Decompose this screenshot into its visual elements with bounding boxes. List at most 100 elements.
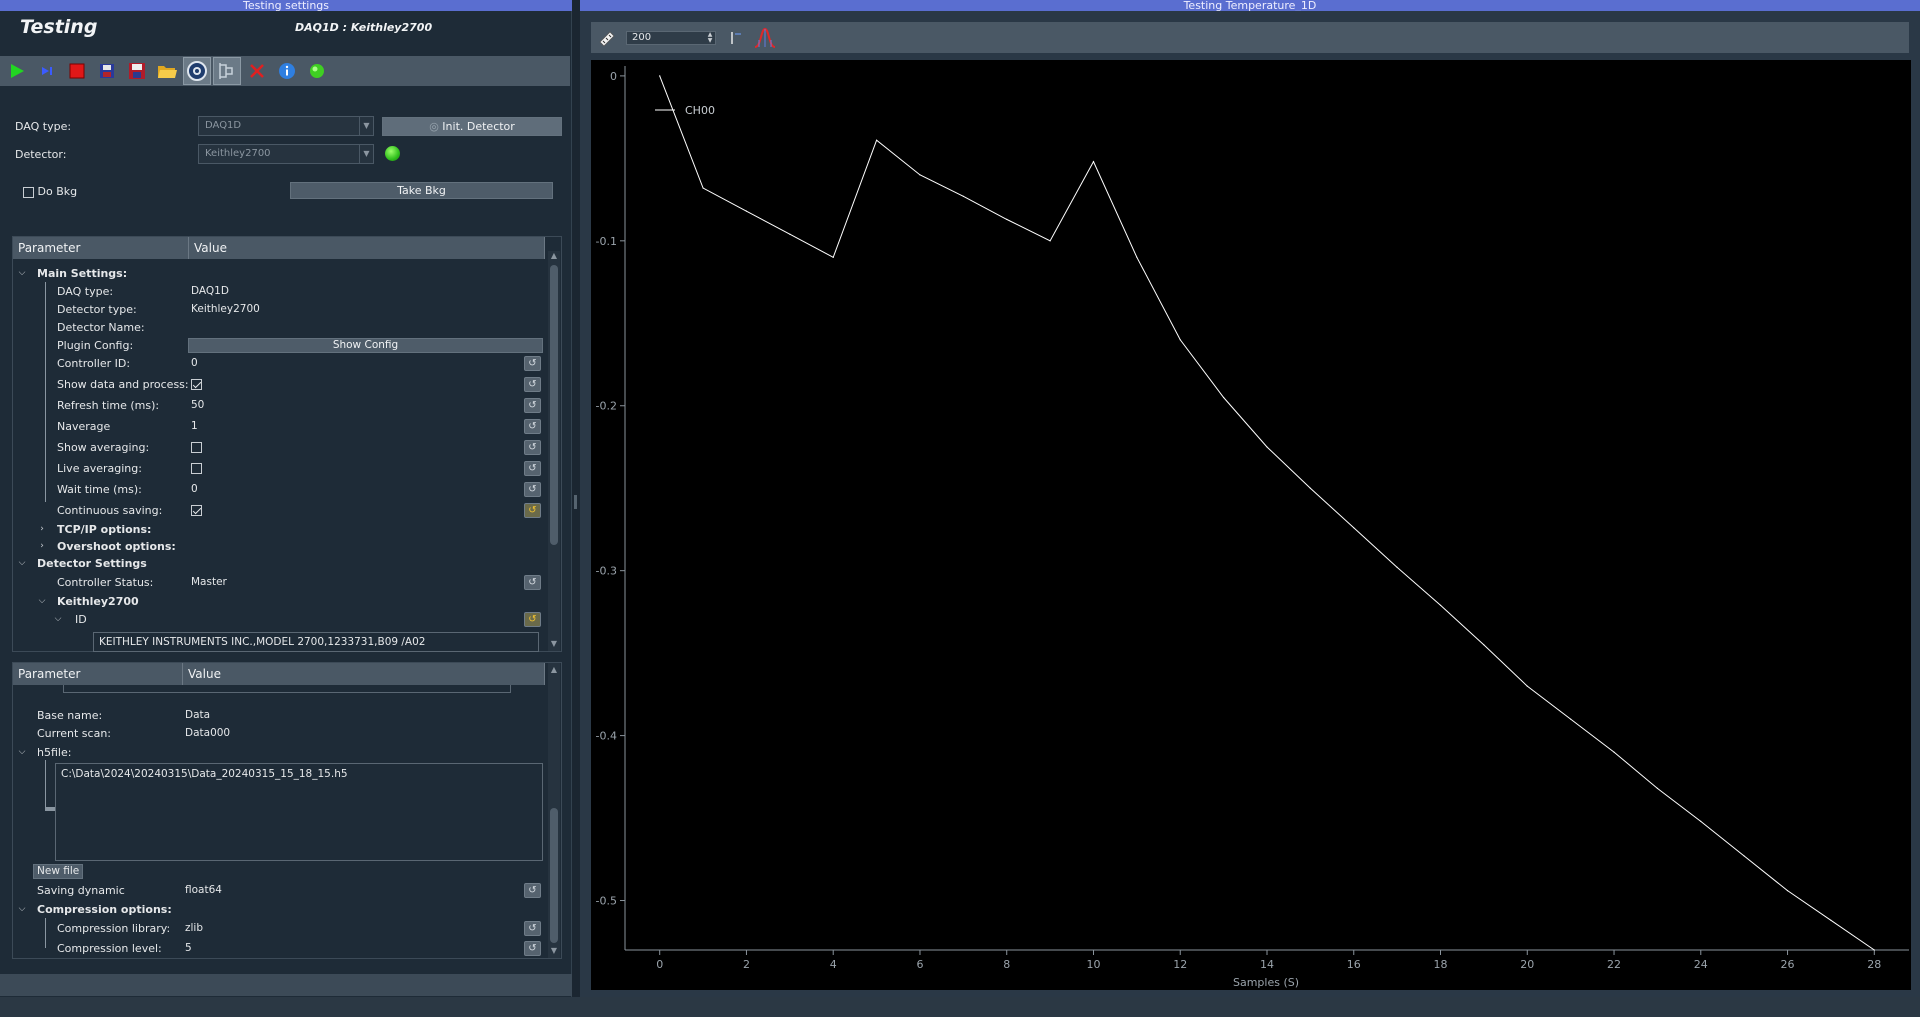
keithley-group[interactable]: ⌵ Keithley2700 [13, 593, 545, 610]
roi-button[interactable] [213, 57, 241, 85]
reset-default-button[interactable]: ↺ [524, 921, 541, 936]
expanded-chevron-icon[interactable]: ⌵ [53, 611, 63, 628]
detector-status-led [385, 146, 400, 161]
open-button[interactable] [153, 57, 181, 85]
x-tick-label: 10 [1086, 958, 1100, 971]
fit-button[interactable] [752, 25, 778, 51]
x-axis-label: Samples (S) [1233, 976, 1299, 989]
continuous-saving-checkbox[interactable] [191, 505, 202, 516]
reset-default-button[interactable]: ↺ [524, 612, 541, 627]
daq-type-combo[interactable]: DAQ1D ▼ [198, 116, 374, 136]
expanded-chevron-icon[interactable]: ⌵ [17, 901, 27, 918]
x-tick-label: 6 [916, 958, 923, 971]
reset-default-button[interactable]: ↺ [524, 398, 541, 413]
reset-default-button[interactable]: ↺ [524, 356, 541, 371]
spin-arrows-icon[interactable]: ▲ ▼ [705, 31, 715, 44]
tree-row-wait-time: Wait time (ms): 0 ↺ [13, 481, 545, 498]
gaussian-fit-icon [754, 27, 776, 48]
settings-button[interactable] [183, 57, 211, 85]
detector-combo-value: Keithley2700 [205, 148, 271, 159]
saving-tree: Parameter Value Base name: Data Current … [12, 662, 562, 959]
reset-default-button[interactable]: ↺ [524, 461, 541, 476]
grab-button[interactable] [3, 57, 31, 85]
main-settings-group[interactable]: ⌵ Main Settings: [13, 265, 545, 282]
take-bkg-button[interactable]: Take Bkg [290, 182, 553, 199]
show-averaging-checkbox[interactable] [191, 442, 202, 453]
chevron-down-icon: ▼ [359, 117, 373, 135]
tree-scrollbar[interactable]: ▲ ▼ [548, 251, 560, 651]
tree-row-saving-dynamic: Saving dynamic float64 ↺ [13, 882, 545, 899]
collapsed-chevron-icon[interactable]: › [37, 521, 47, 538]
sample-count-spinbox[interactable]: 200 ▲ ▼ [626, 30, 716, 45]
new-file-button[interactable]: New file [33, 864, 84, 879]
quit-button[interactable] [243, 57, 271, 85]
reset-default-button[interactable]: ↺ [524, 503, 541, 518]
status-bar [0, 974, 572, 996]
snap-button[interactable] [33, 57, 61, 85]
collapsed-chevron-icon[interactable]: › [37, 538, 47, 555]
h5file-group[interactable]: ⌵ h5file: [13, 744, 545, 761]
data-point [875, 139, 878, 141]
do-bkg-box[interactable] [23, 186, 34, 198]
tcpip-options-group[interactable]: › TCP/IP options: [13, 521, 545, 538]
show-config-button[interactable]: Show Config [188, 338, 543, 353]
data-point [1049, 240, 1051, 242]
id-text-field[interactable]: KEITHLEY INSTRUMENTS INC.,MODEL 2700,123… [93, 632, 539, 652]
save-current-button[interactable] [123, 57, 151, 85]
refresh-icon: ◎ [429, 120, 439, 133]
data-point [1179, 339, 1181, 341]
expanded-chevron-icon[interactable]: ⌵ [17, 555, 27, 572]
scroll-down-icon[interactable]: ▼ [548, 946, 560, 956]
reset-default-button[interactable]: ↺ [524, 575, 541, 590]
expanded-chevron-icon[interactable]: ⌵ [17, 265, 27, 282]
id-group[interactable]: ⌵ ID ↺ [13, 611, 545, 628]
compression-options-group[interactable]: ⌵ Compression options: [13, 901, 545, 918]
undo-icon: ↺ [528, 577, 537, 588]
xaxis-button[interactable] [730, 27, 746, 49]
crosshair-button[interactable] [596, 27, 618, 49]
scroll-up-icon[interactable]: ▲ [548, 665, 560, 675]
y-tick-label: -0.2 [596, 400, 617, 413]
reset-default-button[interactable]: ↺ [524, 419, 541, 434]
undo-icon: ↺ [528, 400, 537, 411]
save-button[interactable] [93, 57, 121, 85]
scrollbar-thumb[interactable] [550, 265, 558, 545]
line-chart[interactable]: 0 2 4 6 8 10 12 14 16 18 20 22 24 26 280-0.1-0.2-0.3-0… [591, 60, 1911, 990]
reset-default-button[interactable]: ↺ [524, 440, 541, 455]
info-button[interactable] [273, 57, 301, 85]
reset-default-button[interactable]: ↺ [524, 377, 541, 392]
show-data-checkbox[interactable] [191, 379, 202, 390]
h5file-path-field[interactable]: C:\Data\2024\20240315\Data_20240315_15_1… [55, 763, 543, 861]
plot-area[interactable]: 0 2 4 6 8 10 12 14 16 18 20 22 24 26 28 0 -0.1 -0.2 -0.3 -0… [591, 60, 1911, 990]
scrollbar-thumb[interactable] [550, 808, 558, 943]
daq-toolbar [0, 56, 570, 86]
folder-open-icon [158, 66, 177, 78]
expanded-chevron-icon[interactable]: ⌵ [37, 593, 47, 610]
save-current-icon [129, 63, 145, 79]
overshoot-options-group[interactable]: › Overshoot options: [13, 538, 545, 555]
save-icon [100, 64, 114, 78]
live-averaging-checkbox[interactable] [191, 463, 202, 474]
dock-splitter[interactable] [574, 495, 577, 509]
undo-icon: ↺ [528, 421, 537, 432]
tree-scrollbar[interactable]: ▲ ▼ [548, 663, 560, 958]
scroll-down-icon[interactable]: ▼ [548, 639, 560, 649]
take-bkg-label: Take Bkg [397, 184, 446, 197]
snap-icon [42, 67, 52, 75]
expanded-chevron-icon[interactable]: ⌵ [17, 744, 27, 761]
reset-default-button[interactable]: ↺ [524, 941, 541, 956]
tree-row-current-scan: Current scan: Data000 [37, 727, 231, 740]
detector-settings-group[interactable]: ⌵ Detector Settings [13, 555, 545, 572]
stop-button[interactable] [63, 57, 91, 85]
init-detector-button[interactable]: ◎ Init. Detector [382, 117, 562, 136]
scroll-up-icon[interactable]: ▲ [548, 251, 560, 261]
data-point [745, 210, 748, 212]
x-tick-label: 16 [1347, 958, 1361, 971]
do-bkg-checkbox[interactable]: Do Bkg [23, 185, 77, 198]
data-point [659, 75, 661, 77]
x-tick-label: 0 [656, 958, 663, 971]
reset-default-button[interactable]: ↺ [524, 482, 541, 497]
detector-combo[interactable]: Keithley2700 ▼ [198, 144, 374, 164]
tree-row-continuous-saving: Continuous saving: ↺ [13, 502, 545, 519]
reset-default-button[interactable]: ↺ [524, 883, 541, 898]
